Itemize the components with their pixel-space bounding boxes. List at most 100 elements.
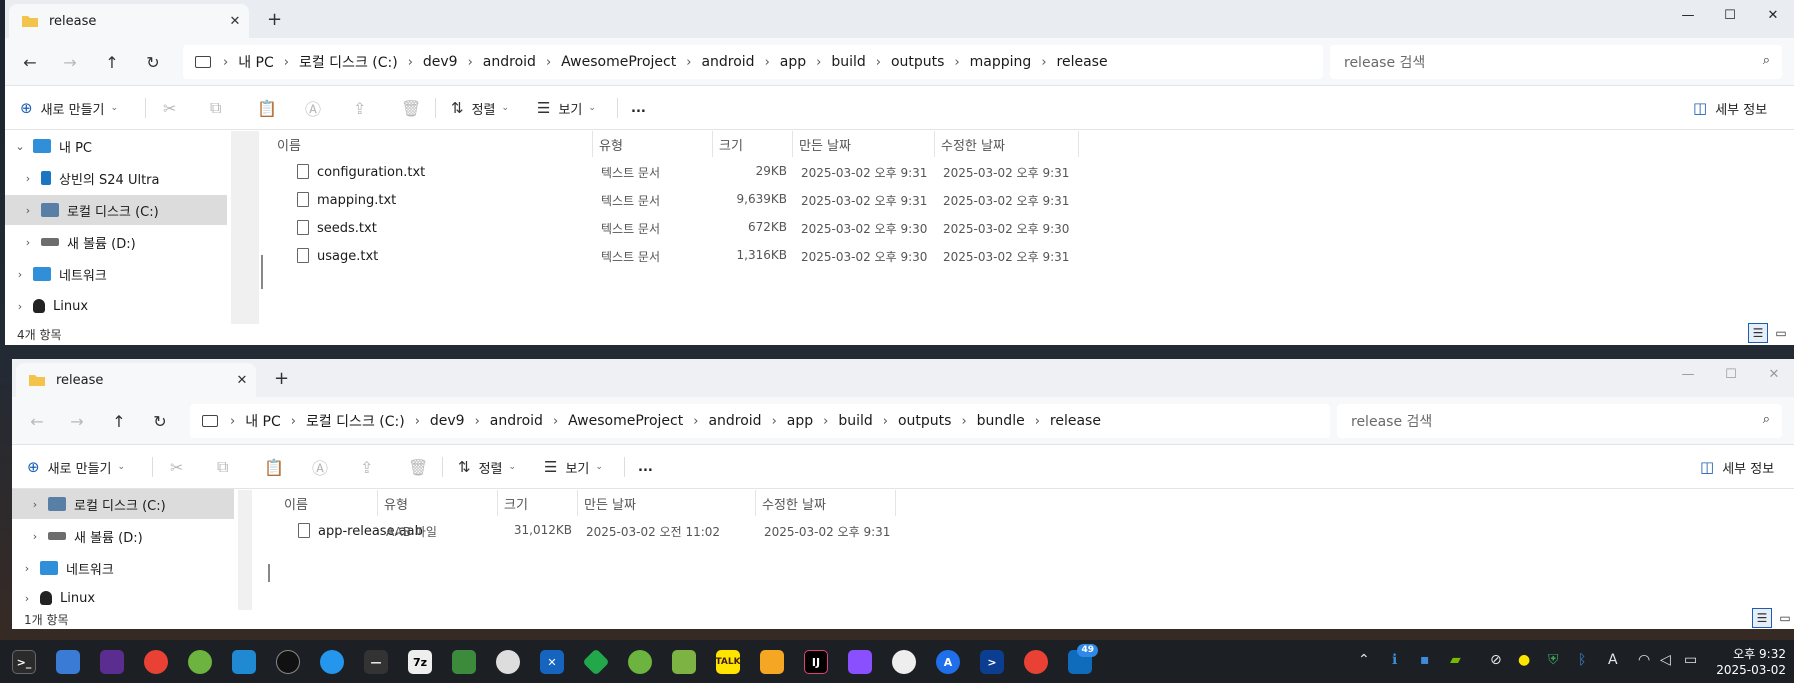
rename-button[interactable]: Ⓐ [305,86,321,130]
tray-app-icon[interactable]: ▪ [1420,652,1430,668]
close-tab-icon[interactable]: ✕ [221,14,249,29]
spring-icon[interactable] [188,650,212,674]
crumb[interactable]: AwesomeProject [558,413,693,429]
back-button[interactable]: ← [22,409,52,433]
penguin-icon[interactable] [276,650,300,674]
new-button[interactable]: ⊕ 새로 만들기 ⌄ [27,445,125,489]
column-type[interactable]: 유형 [378,490,498,516]
chevron-right-icon[interactable]: › [21,236,35,249]
chevron-right-icon[interactable]: › [21,204,35,217]
share-button[interactable]: ⇪ [353,86,366,130]
navigation-scrollbar[interactable] [238,490,252,610]
crumb[interactable]: outputs [888,413,961,429]
tiles-view-icon[interactable]: ▭ [1771,323,1791,343]
column-modified[interactable]: 수정한 날짜 [935,131,1079,157]
diamond-icon[interactable] [582,648,610,676]
tree-item-phone[interactable]: › 상빈의 S24 Ultra [5,163,227,193]
rename-button[interactable]: Ⓐ [312,445,328,489]
minimize-button[interactable]: — [1665,0,1711,30]
table-row[interactable]: app-release.aab AAB 파일 31,012KB 2025-03-… [278,518,898,544]
scrollbar-thumb[interactable] [268,564,270,582]
more-button[interactable]: ... [631,86,646,130]
chevron-right-icon[interactable]: › [20,592,34,605]
chevron-up-icon[interactable]: ⌃ [1358,652,1370,668]
crumb[interactable]: android [480,413,553,429]
maximize-button[interactable]: ☐ [1708,359,1754,389]
crumb[interactable]: release [1047,54,1118,70]
copy-button[interactable]: ⧉ [210,86,221,130]
close-window-button[interactable]: ✕ [1751,359,1794,389]
tree-item-linux[interactable]: › Linux [5,291,227,321]
search-input[interactable]: release 검색 ⌕ [1330,45,1782,79]
tree-item-network[interactable]: › 네트워크 [12,553,234,583]
tree-item-linux[interactable]: › Linux [12,583,234,613]
crumb[interactable]: AwesomeProject [551,54,686,70]
address-bar[interactable]: › 내 PC › 로컬 디스크 (C:) › dev9 › android › Awes… [183,45,1323,79]
tree-item-volume-d[interactable]: › 새 볼륨 (D:) [12,521,234,551]
github-icon[interactable] [892,650,916,674]
vs-icon[interactable] [100,650,124,674]
kakao-tray-icon[interactable]: ● [1518,652,1530,668]
up-button[interactable]: ↑ [104,409,134,433]
search-input[interactable]: release 검색 ⌕ [1337,404,1782,438]
close-window-button[interactable]: ✕ [1750,0,1794,30]
tree-item-local-disk[interactable]: › 로컬 디스크 (C:) [5,195,227,225]
chevron-right-icon[interactable]: › [13,300,27,313]
nvidia-icon[interactable]: ▰ [1450,652,1461,668]
up-button[interactable]: ↑ [97,50,127,74]
crumb[interactable]: app [770,54,816,70]
more-button[interactable]: ... [638,445,653,489]
table-row[interactable]: seeds.txt 텍스트 문서 672KB 2025-03-02 오후 9:3… [271,215,1091,241]
git-icon[interactable] [848,650,872,674]
delete-button[interactable]: 🗑 [401,86,421,130]
explorer-icon[interactable] [56,650,80,674]
tree-item-local-disk[interactable]: › 로컬 디스크 (C:) [12,489,234,519]
column-created[interactable]: 만든 날짜 [578,490,756,516]
chevron-right-icon[interactable]: › [28,530,42,543]
wifi-icon[interactable]: ◠ [1638,652,1650,668]
docker-icon[interactable] [320,650,344,674]
7zip-icon[interactable]: 7z [408,650,432,674]
tree-item-network[interactable]: › 네트워크 [5,259,227,289]
close-tab-icon[interactable]: ✕ [228,373,256,388]
crumb[interactable]: dev9 [413,54,468,70]
tiles-view-icon[interactable]: ▭ [1775,608,1794,628]
address-bar[interactable]: › 내 PC › 로컬 디스크 (C:) › dev9 › android › Awes… [190,404,1330,438]
delete-button[interactable]: 🗑 [408,445,428,489]
crumb[interactable]: 내 PC [235,411,291,431]
outlook-icon[interactable]: 49 [1068,644,1098,674]
column-type[interactable]: 유형 [593,131,713,157]
terminal-icon[interactable]: >_ [12,650,36,674]
tab-release[interactable]: release ✕ [9,4,249,38]
column-size[interactable]: 크기 [498,490,578,516]
dash-icon[interactable]: — [364,650,388,674]
chevron-right-icon[interactable]: › [21,172,35,185]
crumb[interactable]: dev9 [420,413,475,429]
crumb[interactable]: build [828,413,882,429]
new-button[interactable]: ⊕ 새로 만들기 ⌄ [20,86,118,130]
share-button[interactable]: ⇪ [360,445,373,489]
cut-button[interactable]: ✂ [163,86,176,130]
shield-icon[interactable]: ⛨ [1548,652,1559,668]
crumb[interactable]: app [777,413,823,429]
forward-button[interactable]: → [55,50,85,74]
battery-icon[interactable]: ▭ [1684,652,1697,668]
powershell-icon[interactable]: > [980,650,1004,674]
ime-icon[interactable]: A [1608,652,1618,668]
navigation-scrollbar[interactable] [231,131,259,324]
chevron-right-icon[interactable]: › [13,268,27,281]
scrollbar-thumb[interactable] [261,255,263,289]
column-size[interactable]: 크기 [713,131,793,157]
files-icon[interactable] [760,650,784,674]
crumb[interactable]: outputs [881,54,954,70]
tab-release[interactable]: release ✕ [16,363,256,397]
paste-button[interactable]: 📋 [257,86,277,130]
table-row[interactable]: usage.txt 텍스트 문서 1,316KB 2025-03-02 오후 9… [271,243,1091,269]
leaf-icon[interactable] [628,650,652,674]
refresh-button[interactable]: ↻ [145,409,175,433]
details-view-icon[interactable]: ☰ [1752,608,1772,628]
refresh-button[interactable]: ↻ [138,50,168,74]
crumb[interactable]: android [698,413,771,429]
details-view-icon[interactable]: ☰ [1748,323,1768,343]
notepad-icon[interactable] [672,650,696,674]
